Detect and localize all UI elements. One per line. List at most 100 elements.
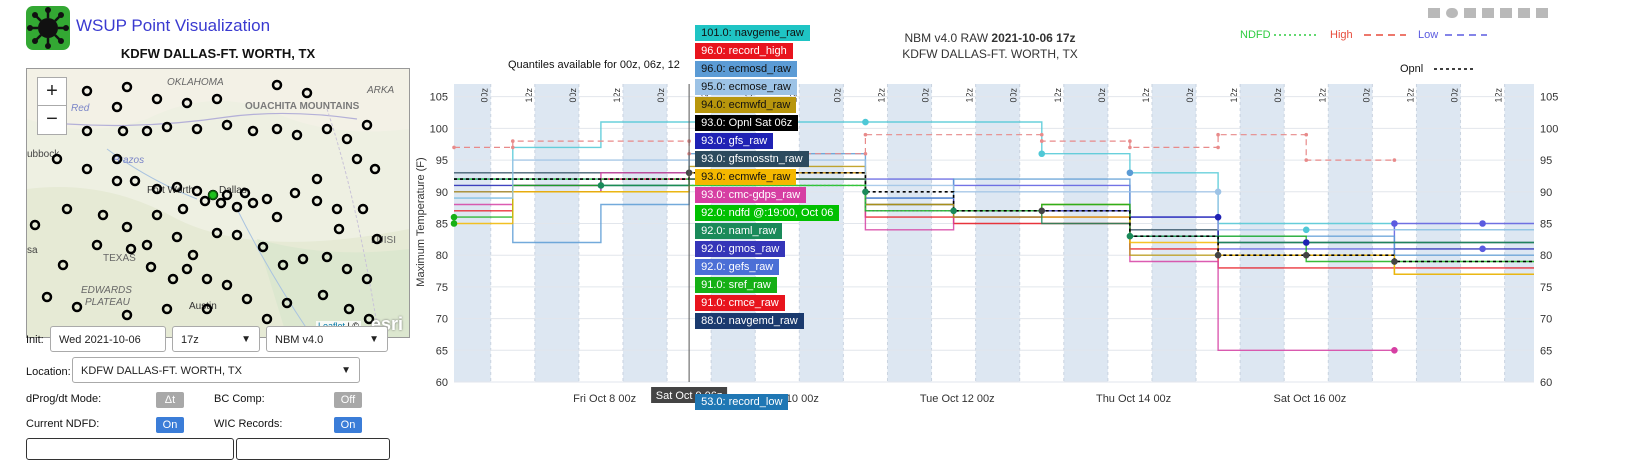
station-marker[interactable] <box>71 301 83 313</box>
forecast-chart[interactable]: 00z 12z 00z 12z 00z 12z 00z 12z 00z 12z 00z 12z 00z 1… <box>410 0 1649 463</box>
legend-entry[interactable]: Opnl <box>1400 63 1423 75</box>
station-marker[interactable] <box>221 279 233 291</box>
station-marker[interactable] <box>361 119 373 131</box>
station-marker[interactable] <box>51 153 63 165</box>
station-marker[interactable] <box>125 243 137 255</box>
station-marker[interactable] <box>151 93 163 105</box>
data-point-marker[interactable] <box>450 213 458 221</box>
station-markers[interactable] <box>27 69 409 337</box>
station-marker[interactable] <box>221 189 233 201</box>
station-marker[interactable] <box>151 209 163 221</box>
station-marker[interactable] <box>271 211 283 223</box>
station-marker[interactable] <box>29 219 41 231</box>
station-marker[interactable] <box>181 97 193 109</box>
station-marker[interactable] <box>171 181 183 193</box>
data-point-marker[interactable] <box>1126 232 1134 240</box>
station-marker[interactable] <box>371 233 383 245</box>
station-marker[interactable] <box>199 195 211 207</box>
station-marker[interactable] <box>151 183 163 195</box>
station-marker[interactable] <box>111 175 123 187</box>
station-marker[interactable] <box>289 187 301 199</box>
legend-entry[interactable]: NDFD <box>1240 29 1271 41</box>
station-marker[interactable] <box>271 79 283 91</box>
data-point-marker[interactable] <box>862 188 869 196</box>
station-marker[interactable] <box>201 303 213 315</box>
legend-entry[interactable]: High <box>1330 29 1353 41</box>
station-marker[interactable] <box>343 303 355 315</box>
station-marker[interactable] <box>167 273 179 285</box>
station-marker[interactable] <box>357 203 369 215</box>
station-marker[interactable] <box>231 201 243 213</box>
data-point-marker[interactable] <box>1214 188 1222 196</box>
station-marker[interactable] <box>301 87 313 99</box>
station-marker[interactable] <box>81 125 93 137</box>
station-marker[interactable] <box>215 197 227 209</box>
station-marker[interactable] <box>351 153 363 165</box>
station-marker[interactable] <box>261 313 273 325</box>
station-marker[interactable] <box>247 125 259 137</box>
station-marker[interactable] <box>221 119 233 131</box>
station-marker[interactable] <box>361 273 373 285</box>
station-marker[interactable] <box>161 121 173 133</box>
data-point-marker[interactable] <box>1038 207 1046 215</box>
station-marker[interactable] <box>281 297 293 309</box>
station-marker[interactable] <box>121 221 133 233</box>
data-point-marker[interactable] <box>1038 150 1046 158</box>
station-marker[interactable] <box>41 291 53 303</box>
station-marker[interactable] <box>239 187 251 199</box>
station-marker[interactable] <box>321 123 333 135</box>
station-marker[interactable] <box>81 163 93 175</box>
data-point-marker[interactable] <box>1479 245 1486 253</box>
station-marker[interactable] <box>333 223 345 235</box>
station-marker[interactable] <box>247 197 259 209</box>
data-point-marker[interactable] <box>1214 213 1222 221</box>
selected-station-marker[interactable] <box>208 190 218 200</box>
station-marker[interactable] <box>311 195 323 207</box>
data-point-marker[interactable] <box>1391 346 1398 354</box>
station-marker[interactable] <box>145 261 157 273</box>
dprog-toggle[interactable]: Δt <box>156 392 184 408</box>
chart-svg[interactable]: 00z 12z 00z 12z 00z 12z 00z 12z 00z 12z 00z 12z 00z 1… <box>410 0 1649 463</box>
data-point-marker[interactable] <box>1391 220 1398 227</box>
station-marker[interactable] <box>297 253 309 265</box>
station-marker[interactable] <box>61 203 73 215</box>
panel-button-right[interactable] <box>236 438 390 460</box>
station-marker[interactable] <box>141 125 153 137</box>
station-marker[interactable] <box>271 123 283 135</box>
station-marker[interactable] <box>117 125 129 137</box>
station-marker[interactable] <box>341 263 353 275</box>
station-marker[interactable] <box>317 289 329 301</box>
station-marker[interactable] <box>231 229 243 241</box>
data-point-marker[interactable] <box>1126 169 1134 177</box>
station-marker[interactable] <box>187 249 199 261</box>
station-marker[interactable] <box>181 263 193 275</box>
station-marker[interactable] <box>57 259 69 271</box>
station-marker[interactable] <box>191 185 203 197</box>
station-marker[interactable] <box>331 203 343 215</box>
station-marker[interactable] <box>291 129 303 141</box>
station-marker[interactable] <box>369 163 381 175</box>
station-marker[interactable] <box>211 93 223 105</box>
station-marker[interactable] <box>97 209 109 221</box>
data-point-marker[interactable] <box>1479 220 1486 227</box>
data-point-marker[interactable] <box>597 182 605 189</box>
station-map[interactable]: + − OKLAHOMA OUACHITA MOUNTAINS ARKA Red… <box>26 68 410 338</box>
station-marker[interactable] <box>177 203 189 215</box>
data-point-marker[interactable] <box>950 207 957 215</box>
station-marker[interactable] <box>111 101 123 113</box>
data-point-marker[interactable] <box>1302 251 1310 259</box>
station-marker[interactable] <box>161 303 173 315</box>
station-marker[interactable] <box>91 239 103 251</box>
bc-comp-toggle[interactable]: Off <box>334 392 362 408</box>
data-point-marker[interactable] <box>450 220 458 227</box>
station-marker[interactable] <box>211 227 223 239</box>
station-marker[interactable] <box>111 153 123 165</box>
station-marker[interactable] <box>171 231 183 243</box>
station-marker[interactable] <box>121 309 133 321</box>
init-hour-select[interactable]: 17z ▼ <box>172 326 260 352</box>
data-point-marker[interactable] <box>1391 258 1398 265</box>
station-marker[interactable] <box>121 81 133 93</box>
station-marker[interactable] <box>201 273 213 285</box>
station-marker[interactable] <box>261 193 273 205</box>
data-point-marker[interactable] <box>862 118 869 126</box>
